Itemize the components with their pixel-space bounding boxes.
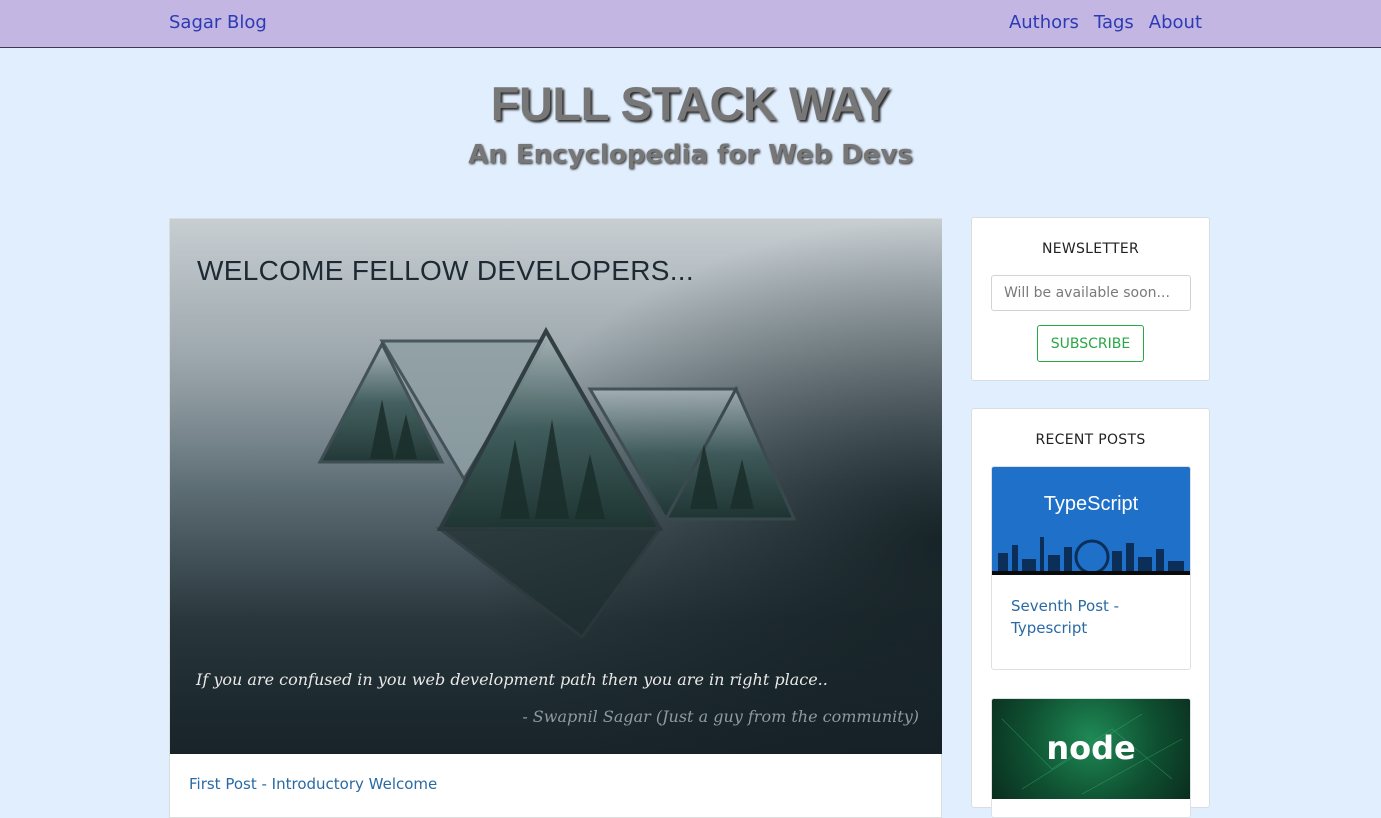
recent-posts-title: RECENT POSTS [1035, 432, 1146, 448]
hero-heading: WELCOME FELLOW DEVELOPERS... [197, 255, 694, 286]
newsletter-email-input[interactable] [991, 275, 1191, 311]
newsletter-widget: NEWSLETTER SUBSCRIBE [971, 217, 1210, 381]
site-title: FULL STACK WAY [490, 77, 891, 130]
newsletter-title: NEWSLETTER [1041, 241, 1140, 257]
featured-post-image[interactable]: WELCOME FELLOW DEVELOPERS... If you are … [170, 219, 942, 754]
site-subtitle: An Encyclopedia for Web Devs [468, 140, 913, 170]
featured-post-link[interactable]: First Post - Introductory Welcome [189, 775, 437, 793]
nav-link-about[interactable]: About [1149, 12, 1202, 33]
featured-post-card: WELCOME FELLOW DEVELOPERS... If you are … [169, 218, 942, 818]
city-skyline-graphic [992, 537, 1190, 575]
nav-links: Authors Tags About [1009, 12, 1202, 33]
recent-post-link[interactable]: Seventh Post - Typescript [1011, 595, 1176, 639]
recent-post-card: TypeScript Seventh Post - Typescript [991, 466, 1191, 670]
hero-attribution: - Swapnil Sagar (Just a guy from the com… [522, 707, 919, 726]
top-navbar: Sagar Blog Authors Tags About [0, 0, 1381, 48]
subscribe-button[interactable]: SUBSCRIBE [1037, 325, 1144, 362]
typescript-thumbnail[interactable]: TypeScript [992, 467, 1190, 575]
nodejs-thumbnail[interactable]: node [992, 699, 1190, 799]
nodejs-logo-text: node [1046, 729, 1136, 767]
nav-link-authors[interactable]: Authors [1009, 12, 1079, 33]
recent-post-card: node [991, 698, 1191, 818]
nav-link-tags[interactable]: Tags [1094, 12, 1134, 33]
brand-link[interactable]: Sagar Blog [169, 12, 267, 33]
typescript-logo-text: TypeScript [1043, 493, 1139, 515]
hero-quote: If you are confused in you web developme… [196, 670, 828, 689]
recent-posts-widget: RECENT POSTS TypeScript Seventh Post - T… [971, 408, 1210, 818]
